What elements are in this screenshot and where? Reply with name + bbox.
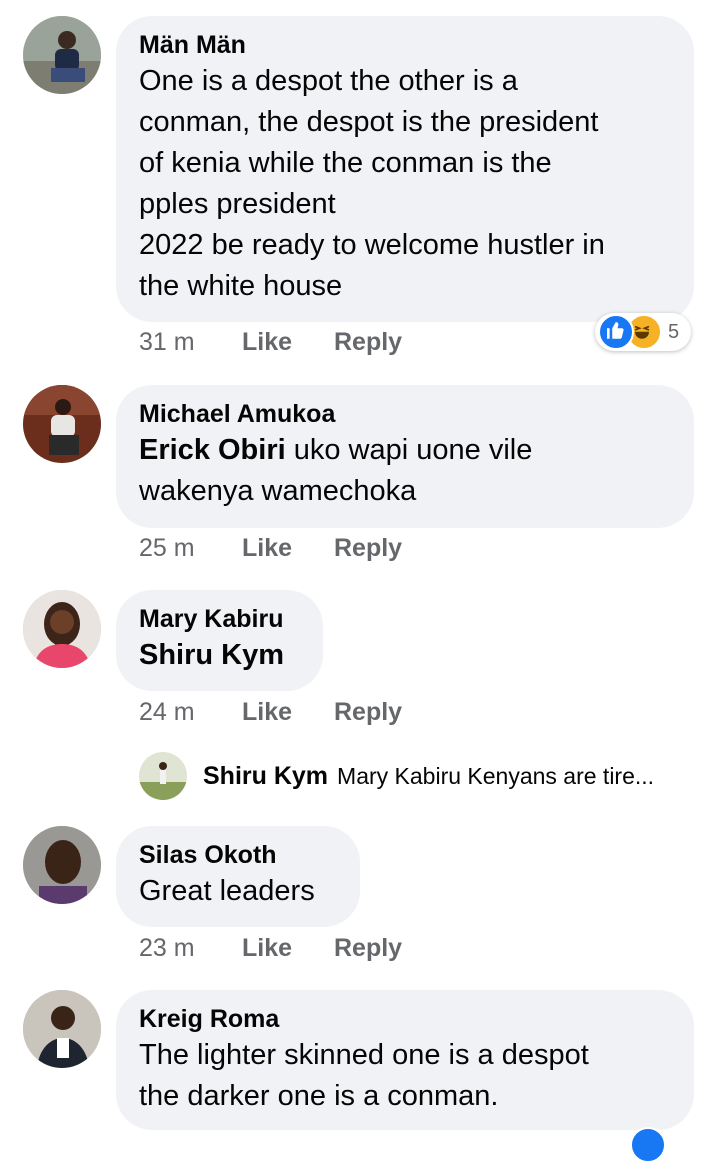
comment-time[interactable]: 25 m <box>139 534 242 563</box>
comment-author[interactable]: Mary Kabiru <box>139 603 299 635</box>
comment-text: One is a despot the other is a conman, t… <box>139 65 605 302</box>
comment-actions: 24 m Like Reply <box>139 698 402 727</box>
mention-link[interactable]: Shiru Kym <box>139 639 284 671</box>
comment-text: The lighter skinned one is a despot the … <box>139 1039 589 1112</box>
like-button[interactable]: Like <box>242 934 334 963</box>
comment-text: Erick Obiri uko wapi uone vile wakenya w… <box>139 430 670 512</box>
like-button[interactable]: Like <box>242 534 334 563</box>
comment-text: Great leaders <box>139 875 315 907</box>
comment-text: Shiru Kym <box>139 635 299 676</box>
reply-button[interactable]: Reply <box>334 698 402 727</box>
comment-author[interactable]: Kreig Roma <box>139 1003 670 1035</box>
comment-actions: 31 m Like Reply <box>139 328 402 357</box>
avatar-mary-kabiru[interactable] <box>23 590 101 668</box>
avatar-michael-amukoa[interactable] <box>23 385 101 463</box>
reaction-summary[interactable]: 5 <box>595 313 691 351</box>
avatar-man-man[interactable] <box>23 16 101 94</box>
comment-actions: 23 m Like Reply <box>139 934 402 963</box>
comment-bubble: Silas Okoth Great leaders <box>116 826 360 927</box>
like-icon <box>630 1127 666 1163</box>
comment-bubble: Mary Kabiru Shiru Kym <box>116 590 323 691</box>
reply-author[interactable]: Shiru Kym <box>203 762 328 791</box>
reply-button[interactable]: Reply <box>334 328 402 357</box>
like-button[interactable]: Like <box>242 698 334 727</box>
comment-time[interactable]: 23 m <box>139 934 242 963</box>
like-button[interactable]: Like <box>242 328 334 357</box>
mention-link[interactable]: Erick Obiri <box>139 434 286 466</box>
avatar-silas-okoth[interactable] <box>23 826 101 904</box>
reaction-count: 5 <box>668 320 680 343</box>
comment-author[interactable]: Silas Okoth <box>139 839 336 871</box>
comment-actions: 25 m Like Reply <box>139 534 402 563</box>
like-icon <box>598 314 634 350</box>
comment-time[interactable]: 24 m <box>139 698 242 727</box>
comment-author[interactable]: Michael Amukoa <box>139 398 670 430</box>
comment-time[interactable]: 31 m <box>139 328 242 357</box>
reply-button[interactable]: Reply <box>334 534 402 563</box>
avatar-kreig-roma[interactable] <box>23 990 101 1068</box>
reply-button[interactable]: Reply <box>334 934 402 963</box>
comment-bubble: Michael Amukoa Erick Obiri uko wapi uone… <box>116 385 694 528</box>
reply-preview[interactable]: Shiru Kym Mary Kabiru Kenyans are tire..… <box>139 752 654 800</box>
comment-author[interactable]: Män Män <box>139 29 670 61</box>
reply-text: Mary Kabiru Kenyans are tire... <box>337 762 655 789</box>
comment-bubble: Män Män One is a despot the other is a c… <box>116 16 694 322</box>
avatar-shiru-kym[interactable] <box>139 752 187 800</box>
comment-bubble: Kreig Roma The lighter skinned one is a … <box>116 990 694 1130</box>
